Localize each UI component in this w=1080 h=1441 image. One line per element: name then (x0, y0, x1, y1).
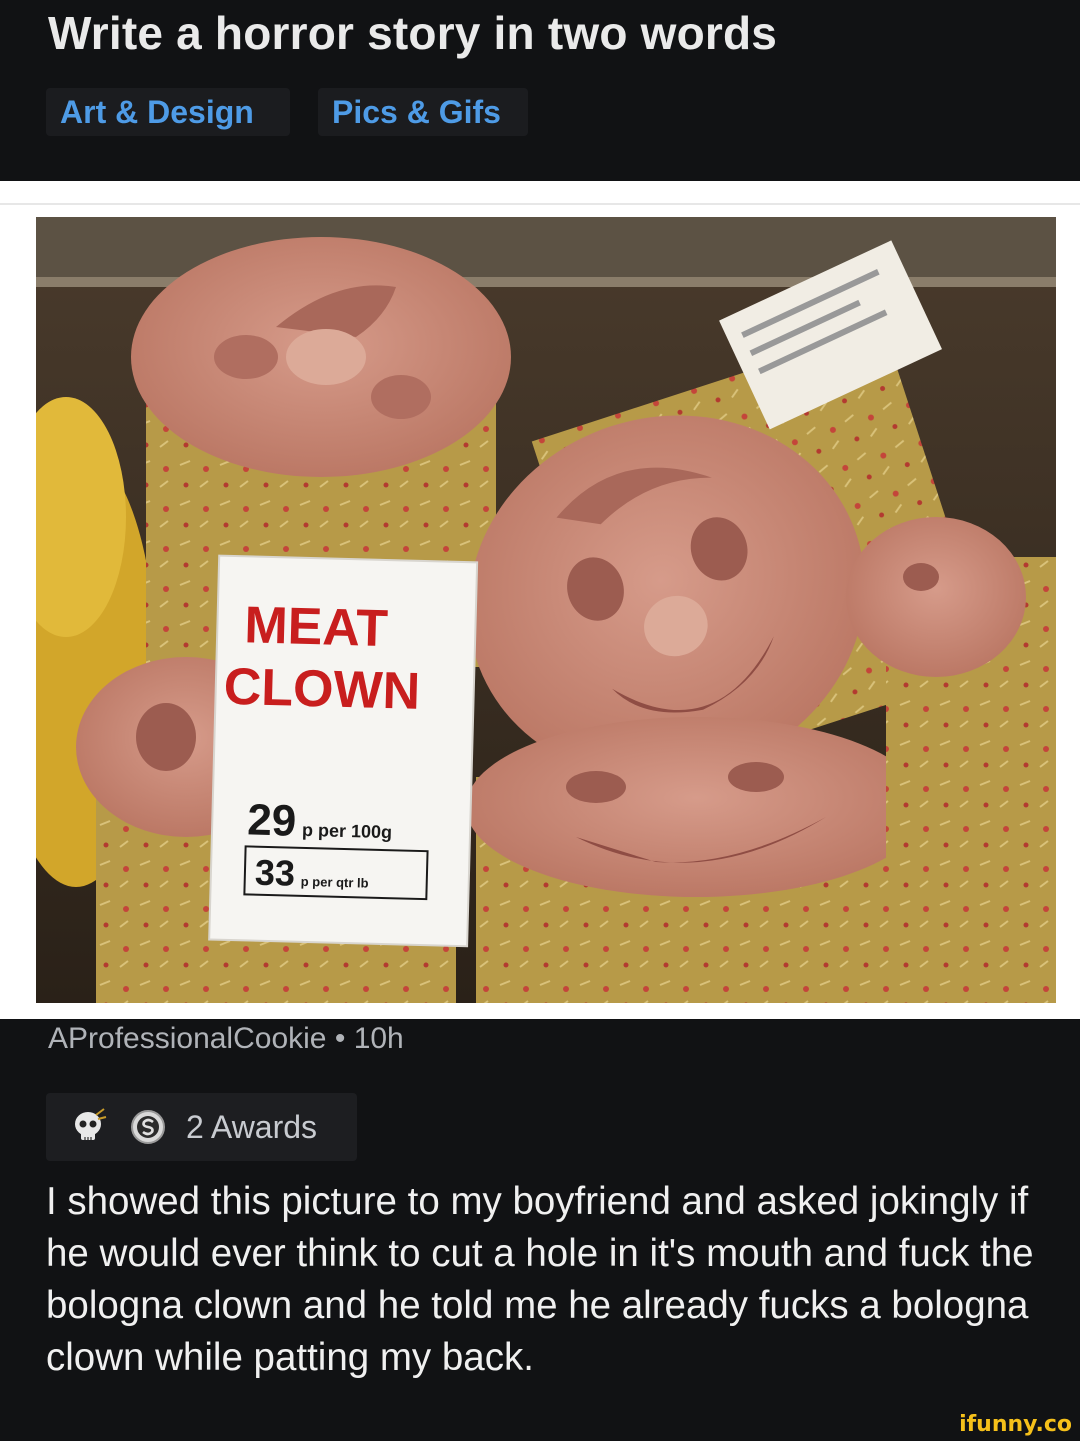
sign-price-main: 29 (247, 795, 297, 845)
skull-award-icon (75, 1108, 107, 1140)
awards-count: 2 Awards (186, 1109, 318, 1145)
sign-meat-text: MEAT (244, 596, 389, 658)
meta-separator: • (334, 1022, 346, 1055)
meat-clown-photo: MEAT CLOWN 29 p per 100g 33 p per qtr lb (36, 217, 1056, 1003)
comment-body: I showed this picture to my boyfriend an… (46, 1180, 1034, 1379)
post-image[interactable]: MEAT CLOWN 29 p per 100g 33 p per qtr lb (36, 217, 1056, 1003)
flair-art-design[interactable]: Art & Design (46, 88, 290, 136)
silver-award-icon (131, 1110, 165, 1144)
sign-clown-text: CLOWN (223, 658, 421, 721)
flair-pics-gifs[interactable]: Pics & Gifs (318, 88, 528, 136)
comment-author[interactable]: AProfessionalCookie (48, 1022, 326, 1055)
post-header: Write a horror story in two words Art & … (0, 0, 1080, 181)
price-sign: MEAT CLOWN 29 p per 100g 33 p per qtr lb (208, 554, 479, 948)
awards-badge[interactable]: 2 Awards (46, 1093, 357, 1161)
ifunny-watermark: ifunny.co (959, 1412, 1072, 1437)
post-title: Write a horror story in two words (48, 7, 778, 59)
comment-age: 10h (353, 1022, 404, 1055)
sign-price-sub-unit: p per qtr lb (301, 874, 369, 891)
sign-price-main-unit: p per 100g (302, 820, 393, 842)
sign-price-sub: 33 (254, 852, 295, 894)
divider (0, 203, 1080, 205)
comment-meta: AProfessionalCookie • 10h (48, 1022, 404, 1056)
